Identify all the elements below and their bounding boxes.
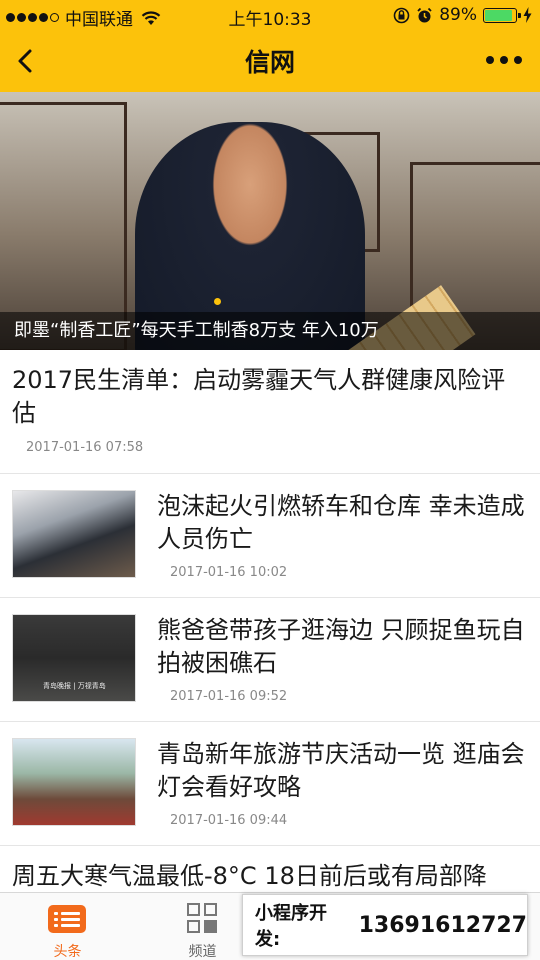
- news-thumbnail: 青岛晚报 | 万视青岛: [12, 614, 136, 702]
- news-date: 2017-01-16 07:58: [26, 440, 144, 455]
- nav-bar: 信网: [0, 30, 540, 92]
- list-icon: [48, 905, 86, 933]
- hero-banner[interactable]: 即墨“制香工匠”每天手工制香8万支 年入10万: [0, 92, 540, 350]
- thumbnail-watermark: 青岛晚报 | 万视青岛: [43, 682, 106, 690]
- orientation-lock-icon: [393, 7, 410, 23]
- news-title: 泡沫起火引燃轿车和仓库 幸未造成人员伤亡: [157, 492, 525, 553]
- news-title: 周五大寒气温最低-8°C 18日前后或有局部降: [12, 862, 487, 890]
- more-icon[interactable]: [486, 56, 522, 64]
- status-bar: 中国联通 上午10:33 89%: [0, 0, 540, 30]
- battery-level: [485, 9, 512, 21]
- news-item[interactable]: 2017民生清单：启动雾霾天气人群健康风险评估 2017-01-16 07:58: [0, 350, 540, 474]
- news-title: 2017民生清单：启动雾霾天气人群健康风险评估: [12, 366, 506, 427]
- news-date: 2017-01-16 09:52: [170, 689, 288, 704]
- alarm-icon: [417, 7, 432, 22]
- promo-overlay: 小程序开发: 13691612727: [242, 894, 528, 956]
- battery-percent: 89%: [439, 5, 477, 25]
- status-right: 89%: [393, 5, 532, 25]
- grid-icon: [187, 903, 219, 935]
- news-item[interactable]: 泡沫起火引燃轿车和仓库 幸未造成人员伤亡 2017-01-16 10:02: [0, 474, 540, 598]
- news-item[interactable]: 周五大寒气温最低-8°C 18日前后或有局部降: [0, 846, 540, 892]
- tab-headlines[interactable]: 头条: [0, 893, 135, 960]
- news-title: 青岛新年旅游节庆活动一览 逛庙会灯会看好攻略: [157, 740, 525, 801]
- news-item[interactable]: 青岛晚报 | 万视青岛 熊爸爸带孩子逛海边 只顾捉鱼玩自拍被困礁石 2017-0…: [0, 598, 540, 722]
- tab-label: 头条: [53, 944, 82, 960]
- carousel-indicator: [214, 298, 221, 305]
- news-thumbnail: [12, 738, 136, 826]
- promo-label: 小程序开发:: [255, 903, 327, 950]
- news-thumbnail: [12, 490, 136, 578]
- battery-icon: [483, 7, 521, 23]
- news-item[interactable]: 青岛新年旅游节庆活动一览 逛庙会灯会看好攻略 2017-01-16 09:44: [0, 722, 540, 846]
- page-title: 信网: [244, 48, 295, 77]
- news-date: 2017-01-16 10:02: [170, 565, 288, 580]
- back-icon[interactable]: [12, 44, 42, 78]
- hero-caption: 即墨“制香工匠”每天手工制香8万支 年入10万: [0, 312, 540, 350]
- news-title: 熊爸爸带孩子逛海边 只顾捉鱼玩自拍被困礁石: [157, 616, 525, 677]
- charging-icon: [523, 7, 532, 23]
- promo-phone: 13691612727: [358, 912, 527, 938]
- news-date: 2017-01-16 09:44: [170, 813, 288, 828]
